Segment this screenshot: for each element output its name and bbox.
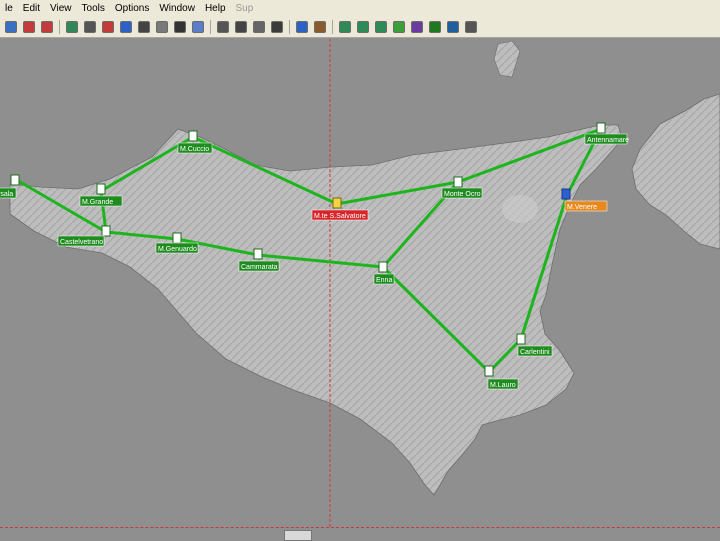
antenna-icon xyxy=(253,248,263,260)
toolbar-separator xyxy=(332,19,333,34)
antenna-icon xyxy=(172,232,182,244)
window-icon[interactable] xyxy=(296,20,308,33)
pie-icon[interactable] xyxy=(411,20,423,33)
toolbar-separator xyxy=(210,19,211,34)
settings-icon[interactable] xyxy=(271,20,283,33)
menu-help[interactable]: Help xyxy=(200,3,231,14)
table-icon[interactable] xyxy=(138,20,150,33)
paste-icon[interactable] xyxy=(253,20,265,33)
vector-icon[interactable] xyxy=(339,20,351,33)
antenna-icon xyxy=(101,225,111,237)
node-label: M.Venere xyxy=(567,204,597,211)
main-toolbar xyxy=(0,16,720,38)
node-label: Monte Ocro xyxy=(444,191,481,198)
user-icon[interactable] xyxy=(314,20,326,33)
antenna-icon xyxy=(378,261,388,273)
map-view[interactable]: rsala M.Grande M.Cuccio Castelvetrano M.… xyxy=(0,39,720,540)
bars-icon[interactable] xyxy=(156,20,168,33)
menu-options[interactable]: Options xyxy=(110,3,154,14)
node-label: Enna xyxy=(376,277,392,284)
cut-icon[interactable] xyxy=(41,20,53,33)
antenna-icon xyxy=(561,188,571,200)
node-label: Castelvetrano xyxy=(60,239,103,246)
chart-icon[interactable] xyxy=(120,20,132,33)
antenna-icon xyxy=(188,130,198,142)
node-label: Antennamare xyxy=(587,137,629,144)
save-icon[interactable] xyxy=(5,20,17,33)
copy-icon[interactable] xyxy=(235,20,247,33)
node-label: M.Grande xyxy=(82,199,113,206)
node-label: Cammarata xyxy=(241,264,278,271)
image-icon[interactable] xyxy=(192,20,204,33)
node-label: rsala xyxy=(0,191,13,198)
stop-icon[interactable] xyxy=(102,20,114,33)
menu-edit[interactable]: Edit xyxy=(18,3,45,14)
close-doc-icon[interactable] xyxy=(23,20,35,33)
print-icon[interactable] xyxy=(217,20,229,33)
menu-window[interactable]: Window xyxy=(154,3,200,14)
antenna-icon xyxy=(596,122,606,134)
map-icon[interactable] xyxy=(84,20,96,33)
earth-icon[interactable] xyxy=(429,20,441,33)
green-globe-icon[interactable] xyxy=(375,20,387,33)
etna-relief xyxy=(502,195,538,223)
node-label: M.Genuardo xyxy=(158,246,197,253)
menu-bar: le Edit View Tools Options Window Help S… xyxy=(0,0,720,17)
map-canvas[interactable]: rsala M.Grande M.Cuccio Castelvetrano M.… xyxy=(0,39,720,540)
node-label: Carlentini xyxy=(520,349,550,356)
antenna-icon xyxy=(10,174,20,186)
antenna-icon xyxy=(516,333,526,345)
antenna-icon xyxy=(484,365,494,377)
status-panel xyxy=(284,530,312,541)
signal-icon[interactable] xyxy=(174,20,186,33)
network-icon[interactable] xyxy=(357,20,369,33)
node-label: M.te S.Salvatore xyxy=(314,213,366,220)
menu-sup: Sup xyxy=(235,2,254,14)
antenna-icon xyxy=(332,197,342,209)
status-bar xyxy=(0,527,720,541)
node-label: M.Lauro xyxy=(490,382,516,389)
menu-tools[interactable]: Tools xyxy=(77,3,110,14)
globe-icon[interactable] xyxy=(66,20,78,33)
antenna-icon xyxy=(96,183,106,195)
toolbar-separator xyxy=(289,19,290,34)
menu-view[interactable]: View xyxy=(45,3,77,14)
toolbar-separator xyxy=(59,19,60,34)
node-label: M.Cuccio xyxy=(180,146,209,153)
leaf-icon[interactable] xyxy=(393,20,405,33)
menu-file[interactable]: le xyxy=(0,3,18,14)
antenna-icon xyxy=(453,176,463,188)
monitor-icon[interactable] xyxy=(447,20,459,33)
trash-icon[interactable] xyxy=(465,20,477,33)
